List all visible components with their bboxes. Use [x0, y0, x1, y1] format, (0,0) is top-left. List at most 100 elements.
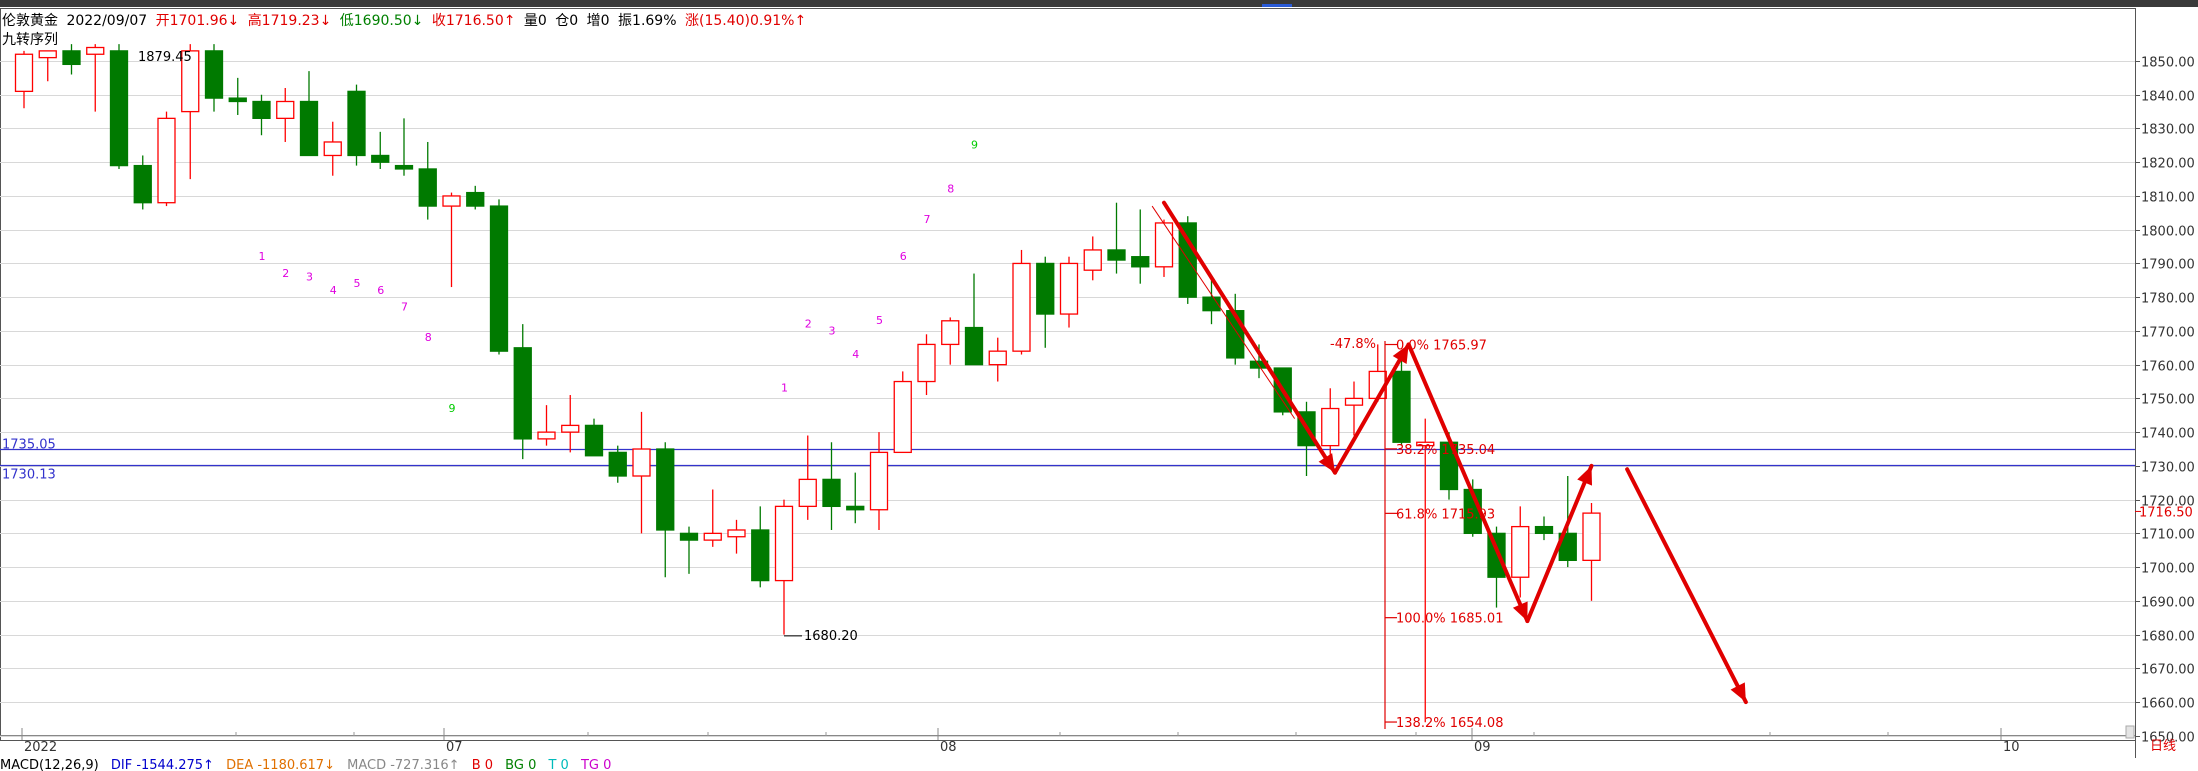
candle-down [822, 478, 841, 508]
trend-arrow-line [1406, 342, 1530, 624]
y-tick-label: 1770.00 [2141, 326, 2195, 341]
candle-up [442, 195, 461, 207]
candle-up [276, 100, 295, 120]
y-tick-label: 1800.00 [2141, 225, 2195, 240]
plot-border [0, 8, 2136, 741]
candle-up [561, 424, 580, 433]
y-tick-label: 1760.00 [2141, 360, 2195, 375]
sequence-count-mark: 1 [259, 250, 266, 263]
candle-down [489, 205, 509, 352]
candle-up [1582, 512, 1601, 562]
last-price-label: 1716.50 [2139, 505, 2193, 520]
candle-up [632, 448, 651, 477]
candle-down [371, 154, 390, 163]
candle-up [1083, 249, 1102, 271]
y-tick-label: 1810.00 [2141, 191, 2195, 206]
y-tick-label: 1700.00 [2141, 562, 2195, 577]
candle-down [1107, 249, 1126, 261]
fib-level-label: 100.0% 1685.01 [1396, 612, 1503, 627]
macd-dif: DIF -1544.275↑ [110, 758, 214, 771]
sequence-count-mark: 8 [425, 331, 432, 344]
candle-up [86, 46, 105, 55]
y-tick-label: 1730.00 [2141, 461, 2195, 476]
candle-up [893, 380, 912, 454]
sequence-count-mark: 2 [805, 318, 812, 331]
candle-down [584, 424, 604, 457]
candle-up [1012, 262, 1031, 352]
candle-up [941, 320, 960, 346]
horizontal-level-label: 1735.05 [2, 438, 56, 453]
trend-arrow-line [1525, 463, 1594, 624]
macd-indicator-row: MACD(12,26,9) DIF -1544.275↑ DEA -1180.6… [0, 758, 619, 771]
candle-down [204, 50, 224, 99]
candle-up [323, 141, 342, 157]
sequence-count-mark: 7 [924, 213, 931, 226]
macd-t: T 0 [548, 758, 569, 771]
y-tick-label: 1840.00 [2141, 90, 2195, 105]
period-label: 日线 [2150, 739, 2176, 754]
candle-up [1321, 407, 1340, 447]
x-tick-label: 10 [2003, 740, 2020, 755]
trend-thin-line [1151, 205, 1296, 419]
macd-dea: DEA -1180.617↓ [226, 758, 335, 771]
candle-up [727, 529, 746, 538]
candlestick-chart[interactable]: 1650.001660.001670.001680.001690.001700.… [0, 0, 2198, 758]
candle-down [1036, 262, 1055, 315]
candle-down [513, 347, 532, 440]
candle-down [109, 50, 129, 167]
candle-down [394, 164, 414, 170]
sequence-count-mark: 1 [781, 382, 788, 395]
fib-level-label: -47.8% [1330, 337, 1376, 352]
x-tick-label: 08 [940, 740, 957, 755]
candle-up [774, 505, 794, 582]
candle-down [466, 191, 485, 207]
candle-up [1154, 222, 1174, 268]
macd-name: MACD(12,26,9) [0, 758, 99, 771]
candle-down [846, 505, 865, 511]
extreme-price-label: 1680.20 [804, 629, 858, 644]
candle-down [347, 90, 366, 157]
y-tick-label: 1750.00 [2141, 393, 2195, 408]
fib-level-label: 138.2% 1654.08 [1396, 716, 1503, 731]
x-tick-label: 2022 [24, 740, 57, 755]
candle-up [988, 350, 1007, 366]
sequence-count-mark: 5 [876, 314, 883, 327]
candle-down [679, 532, 699, 541]
candle-up [798, 478, 817, 508]
sequence-count-mark: 4 [330, 284, 337, 297]
y-tick-label: 1710.00 [2141, 528, 2195, 543]
y-tick-label: 1820.00 [2141, 157, 2195, 172]
candle-down [964, 326, 984, 366]
candle-up [157, 117, 176, 204]
candle-up [703, 532, 722, 541]
candle-down [299, 100, 319, 157]
sequence-count-mark: 3 [829, 324, 836, 337]
candle-down [252, 100, 271, 120]
y-tick-label: 1660.00 [2141, 697, 2195, 712]
trend-arrow-line [1625, 467, 1748, 705]
y-tick-label: 1790.00 [2141, 258, 2195, 273]
sequence-count-mark: 7 [401, 301, 408, 314]
sequence-count-mark: 3 [306, 270, 313, 283]
candle-down [1392, 370, 1411, 443]
x-tick-label: 07 [446, 740, 463, 755]
sequence-count-mark: 2 [282, 267, 289, 280]
sequence-count-mark: 6 [377, 284, 384, 297]
candle-down [608, 451, 627, 477]
y-tick-label: 1680.00 [2141, 630, 2195, 645]
horizontal-level-label: 1730.13 [2, 468, 56, 483]
sequence-count-mark: 9 [971, 139, 978, 152]
sequence-count-mark: 5 [354, 277, 361, 290]
sequence-count-mark: 8 [947, 183, 954, 196]
candle-up [917, 343, 936, 383]
fib-level-label: 38.2% 1735.04 [1396, 443, 1495, 458]
y-tick-label: 1740.00 [2141, 427, 2195, 442]
candle-down [228, 97, 247, 103]
sequence-count-mark: 6 [900, 250, 907, 263]
candle-down [133, 164, 152, 204]
macd-value: MACD -727.316↑ [347, 758, 460, 771]
sequence-count-mark: 9 [449, 402, 456, 415]
candle-down [656, 448, 675, 531]
x-tick-label: 09 [1474, 740, 1491, 755]
candle-down [751, 529, 770, 582]
